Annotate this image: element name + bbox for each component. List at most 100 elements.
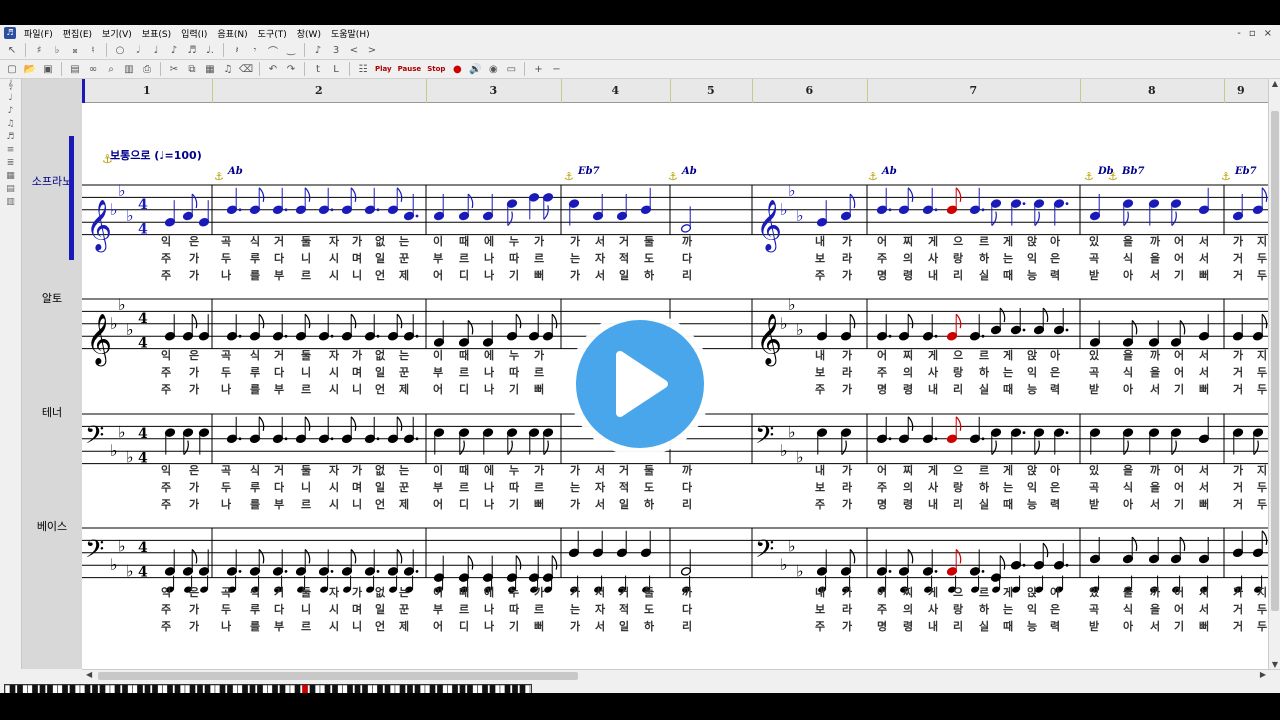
select-tool-icon[interactable]: ↖ — [4, 42, 20, 58]
pause-button[interactable]: Pause — [396, 61, 424, 77]
sixteenth-note-icon[interactable]: ♬ — [184, 42, 200, 58]
piano-black-key[interactable] — [174, 685, 181, 693]
print-preview-icon[interactable]: ▥ — [121, 61, 137, 77]
minimize-button[interactable]: - — [1237, 28, 1241, 39]
piano-black-key[interactable] — [62, 685, 68, 693]
scroll-up-icon[interactable]: ▲ — [1269, 79, 1280, 88]
piano-black-key[interactable] — [414, 685, 421, 693]
eighth-rest-icon[interactable]: 𝄾 — [247, 42, 263, 58]
piano-black-key[interactable] — [17, 685, 23, 693]
metronome-icon[interactable]: ◉ — [485, 61, 501, 77]
note-tool-icon[interactable]: ♩ — [0, 92, 21, 105]
scroll-right-icon[interactable]: ▶ — [1260, 670, 1266, 679]
triplet-icon[interactable]: 3 — [328, 42, 344, 58]
piano-black-key[interactable] — [69, 685, 76, 693]
measure-number[interactable]: 7 — [970, 84, 978, 97]
part-name-tenor[interactable]: 테너 — [22, 404, 82, 420]
piano-black-key[interactable] — [294, 685, 301, 693]
staff-tool-icon[interactable]: ≣ — [0, 157, 21, 170]
piano-black-key[interactable] — [84, 685, 91, 693]
mixer-icon[interactable]: ☷ — [355, 61, 371, 77]
piano-black-key[interactable] — [459, 685, 466, 693]
measure-ruler[interactable]: 1 2 3 4 5 6 7 8 9 — [82, 79, 1268, 103]
zoom-in-icon[interactable]: + — [530, 61, 546, 77]
measure-number[interactable]: 1 — [143, 84, 151, 97]
measure-number[interactable]: 8 — [1148, 84, 1156, 97]
piano-black-key[interactable] — [512, 685, 518, 693]
piano-black-key[interactable] — [347, 685, 353, 693]
piano-black-key[interactable] — [9, 685, 16, 693]
play-button[interactable]: Play — [373, 61, 394, 77]
slur-icon[interactable]: ‿ — [283, 42, 299, 58]
piano-black-key[interactable] — [309, 685, 316, 693]
menu-item-3[interactable]: 보표(S) — [137, 27, 176, 40]
piano-black-key[interactable] — [167, 685, 173, 693]
save-icon[interactable]: ▣ — [40, 61, 56, 77]
double-sharp-icon[interactable]: 𝄪 — [67, 42, 83, 58]
note-tool-icon[interactable]: ♫ — [0, 118, 21, 131]
play-icon[interactable] — [576, 320, 704, 448]
piano-black-key[interactable] — [504, 685, 511, 693]
measure-number[interactable]: 4 — [612, 84, 620, 97]
piano-black-key[interactable] — [32, 685, 38, 693]
horizontal-scroll-thumb[interactable] — [98, 672, 578, 680]
measure-number[interactable]: 9 — [1237, 84, 1245, 97]
piano-black-key[interactable] — [489, 685, 496, 693]
piano-black-key[interactable] — [362, 685, 368, 693]
paste-icon[interactable]: ▦ — [202, 61, 218, 77]
measure-number[interactable]: 2 — [315, 84, 323, 97]
piano-black-key[interactable] — [272, 685, 278, 693]
vertical-scroll-thumb[interactable] — [1271, 111, 1279, 611]
keyboard-icon[interactable]: ▭ — [503, 61, 519, 77]
record-icon[interactable]: ● — [449, 61, 465, 77]
menu-item-7[interactable]: 창(W) — [292, 27, 326, 40]
piano-black-key[interactable] — [242, 685, 248, 693]
piano-black-key[interactable] — [122, 685, 128, 693]
menu-item-5[interactable]: 음표(N) — [212, 27, 252, 40]
piano-black-key[interactable] — [452, 685, 458, 693]
piano-black-key[interactable] — [377, 685, 383, 693]
redo-icon[interactable]: ↷ — [283, 61, 299, 77]
piano-black-key[interactable] — [429, 685, 436, 693]
staff-tool-icon[interactable]: ≡ — [0, 144, 21, 157]
scroll-down-icon[interactable]: ▼ — [1269, 660, 1280, 669]
piano-black-key[interactable] — [137, 685, 143, 693]
flat-icon[interactable]: ♭ — [49, 42, 65, 58]
zoom-out-icon[interactable]: − — [548, 61, 564, 77]
grid-tool-icon[interactable]: ▦ — [0, 170, 21, 183]
piano-black-key[interactable] — [399, 685, 406, 693]
speaker-icon[interactable]: 🔊 — [467, 61, 483, 77]
close-button[interactable]: × — [1264, 28, 1272, 39]
menu-item-2[interactable]: 보기(V) — [97, 27, 137, 40]
quarter-note-icon[interactable]: ♩ — [148, 42, 164, 58]
horizontal-scrollbar[interactable]: ◀ ▶ — [82, 669, 1280, 681]
measure-number[interactable]: 3 — [490, 84, 498, 97]
piano-black-key[interactable] — [144, 685, 151, 693]
menu-item-0[interactable]: 파일(F) — [19, 27, 58, 40]
piano-black-key[interactable] — [99, 685, 106, 693]
piano-black-key[interactable] — [384, 685, 391, 693]
menu-item-8[interactable]: 도움말(H) — [326, 27, 375, 40]
piano-black-key[interactable] — [279, 685, 286, 693]
note-tool-icon[interactable]: ♬ — [0, 131, 21, 144]
note-tool-icon[interactable]: ♪ — [0, 105, 21, 118]
piano-black-key[interactable] — [407, 685, 413, 693]
piano-black-key[interactable] — [467, 685, 473, 693]
piano-black-key[interactable] — [227, 685, 233, 693]
piano-black-key[interactable] — [197, 685, 203, 693]
print-icon[interactable]: ⎙ — [139, 61, 155, 77]
treble-clef-tool-icon[interactable]: 𝄞 — [0, 79, 21, 92]
half-note-icon[interactable]: 𝅗𝅥 — [130, 42, 146, 58]
piano-black-key[interactable] — [249, 685, 256, 693]
piano-black-key[interactable] — [437, 685, 443, 693]
open-folder-icon[interactable]: 📂 — [22, 61, 38, 77]
decrescendo-icon[interactable]: > — [364, 42, 380, 58]
piano-black-key[interactable] — [114, 685, 121, 693]
menu-item-4[interactable]: 입력(I) — [176, 27, 212, 40]
undo-icon[interactable]: ↶ — [265, 61, 281, 77]
piano-black-key[interactable] — [92, 685, 98, 693]
menu-item-6[interactable]: 도구(T) — [253, 27, 292, 40]
new-file-icon[interactable]: ▢ — [4, 61, 20, 77]
part-name-alto[interactable]: 알토 — [22, 290, 82, 306]
piano-black-key[interactable] — [482, 685, 488, 693]
